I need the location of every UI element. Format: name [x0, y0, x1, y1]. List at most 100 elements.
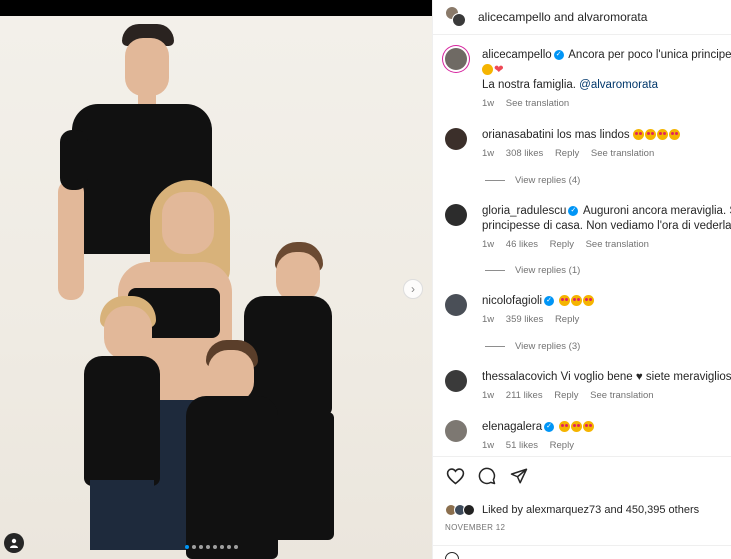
see-translation-link[interactable]: See translation [590, 390, 653, 401]
star-eyes-emoji-icon [656, 129, 668, 141]
verified-badge-icon: ✓ [544, 295, 555, 306]
like-button[interactable] [445, 466, 465, 486]
comments-list: alicecampello ✓ Ancora per poco l'unica p… [433, 36, 731, 456]
avatar [463, 504, 475, 516]
avatar[interactable] [445, 48, 467, 70]
post-side-panel: alicecampello and alvaromorata alicecamp… [432, 0, 731, 559]
comment-text: los mas lindos [556, 129, 630, 141]
carousel-dot [185, 545, 189, 549]
post-date[interactable]: NOVEMBER 12 [445, 523, 720, 532]
liked-by-count-link[interactable]: and 450,395 others [604, 504, 699, 516]
add-comment-bar[interactable] [433, 545, 731, 559]
comment: thessalacovich Vi voglio bene ♥ siete me… [445, 370, 731, 401]
see-translation-link[interactable]: See translation [506, 98, 569, 109]
comment-time: 1w [482, 148, 495, 159]
photo-top-bar [0, 0, 432, 16]
carousel-dot [192, 545, 196, 549]
comment-username[interactable]: nicolofagioli [482, 295, 542, 307]
comment-time: 1w [482, 239, 495, 250]
comment-username[interactable]: orianasabatini [482, 129, 554, 141]
comment: gloria_radulescu ✓ Auguroni ancora meravi… [445, 204, 731, 250]
comment-button[interactable] [477, 466, 497, 486]
comment: orianasabatini los mas lindos 1w 308 lik… [445, 128, 731, 159]
view-replies-button[interactable]: View replies (1) [485, 265, 580, 276]
caption-text: Ancora per poco l'unica principessa d [568, 49, 731, 61]
carousel-dot [220, 545, 224, 549]
carousel-dot [227, 545, 231, 549]
reply-button[interactable]: Reply [550, 440, 574, 451]
avatar[interactable] [445, 294, 467, 316]
verified-badge-icon: ✓ [553, 49, 564, 60]
comment-bubble-icon [478, 467, 496, 485]
comment-time: 1w [482, 390, 495, 401]
star-eyes-emoji-icon [632, 129, 644, 141]
star-eyes-emoji-icon [644, 129, 656, 141]
star-eyes-emoji-icon [668, 129, 680, 141]
divider [485, 180, 505, 181]
emoji-icon[interactable] [445, 552, 459, 559]
comment-likes[interactable]: 46 likes [506, 239, 538, 250]
heart-icon [446, 468, 464, 485]
caption-username[interactable]: alicecampello [482, 49, 552, 61]
star-eyes-emoji-icon [583, 295, 595, 307]
comment-likes[interactable]: 51 likes [506, 440, 538, 451]
avatar[interactable] [445, 370, 467, 392]
liked-by-user-link[interactable]: alexmarquez73 [526, 504, 601, 516]
grin-sweat-emoji-icon [482, 64, 493, 76]
chevron-right-icon: › [411, 282, 415, 296]
reply-button[interactable]: Reply [555, 148, 579, 159]
comment-username[interactable]: gloria_radulescu [482, 205, 566, 217]
carousel-dot [234, 545, 238, 549]
star-eyes-emoji-icon [559, 421, 571, 433]
carousel-dots [185, 545, 238, 549]
caption-text-line: La nostra famiglia. [482, 79, 576, 91]
view-replies-button[interactable]: View replies (4) [485, 175, 580, 186]
reply-button[interactable]: Reply [554, 390, 578, 401]
likes-summary: Liked by alexmarquez73 and 450,395 other… [445, 504, 720, 516]
user-tag-icon [10, 538, 18, 548]
view-replies-label: View replies (4) [515, 175, 581, 186]
comment-username[interactable]: thessalacovich [482, 371, 557, 383]
post-actions: Liked by alexmarquez73 and 450,395 other… [433, 456, 731, 532]
comment-text-line: principesse di casa. Non vediamo l'ora d… [482, 220, 731, 232]
verified-badge-icon: ✓ [568, 205, 579, 216]
post-header: alicecampello and alvaromorata [433, 0, 731, 35]
view-replies-label: View replies (1) [515, 265, 581, 276]
reply-button[interactable]: Reply [555, 314, 579, 325]
paper-plane-icon [510, 468, 528, 484]
star-eyes-emoji-icon [559, 295, 571, 307]
carousel-dot [206, 545, 210, 549]
star-eyes-emoji-icon [583, 421, 595, 433]
view-replies-label: View replies (3) [515, 341, 581, 352]
comment-likes[interactable]: 359 likes [506, 314, 544, 325]
avatar [452, 13, 466, 27]
see-translation-link[interactable]: See translation [586, 239, 649, 250]
caption: alicecampello ✓ Ancora per poco l'unica p… [445, 48, 731, 109]
post-photo[interactable]: › [0, 0, 432, 559]
comment: nicolofagioli ✓ 1w 359 likes Reply [445, 294, 731, 325]
mention-link[interactable]: @alvaromorata [579, 79, 658, 91]
reply-button[interactable]: Reply [550, 239, 574, 250]
avatar[interactable] [445, 128, 467, 150]
divider [485, 270, 505, 271]
view-replies-button[interactable]: View replies (3) [485, 341, 580, 352]
avatar[interactable] [445, 204, 467, 226]
user-tag-button[interactable] [4, 533, 24, 553]
carousel-dot [213, 545, 217, 549]
post-authors[interactable]: alicecampello and alvaromorata [478, 10, 647, 24]
see-translation-link[interactable]: See translation [591, 148, 654, 159]
divider [485, 346, 505, 347]
heart-emoji-icon: ❤ [494, 64, 504, 76]
comment-likes[interactable]: 211 likes [506, 390, 543, 401]
collab-avatars[interactable] [445, 6, 467, 28]
share-button[interactable] [509, 466, 529, 486]
avatar[interactable] [445, 420, 467, 442]
comment-time: 1w [482, 314, 495, 325]
comment-text: Vi voglio bene ♥ siete meravigliosi ♥ [560, 371, 731, 383]
verified-badge-icon: ✓ [544, 421, 555, 432]
comment-username[interactable]: elenagalera [482, 421, 542, 433]
comment-text: Auguroni ancora meraviglia. Saret [582, 205, 731, 217]
star-eyes-emoji-icon [571, 295, 583, 307]
next-photo-button[interactable]: › [403, 279, 423, 299]
comment-likes[interactable]: 308 likes [506, 148, 544, 159]
